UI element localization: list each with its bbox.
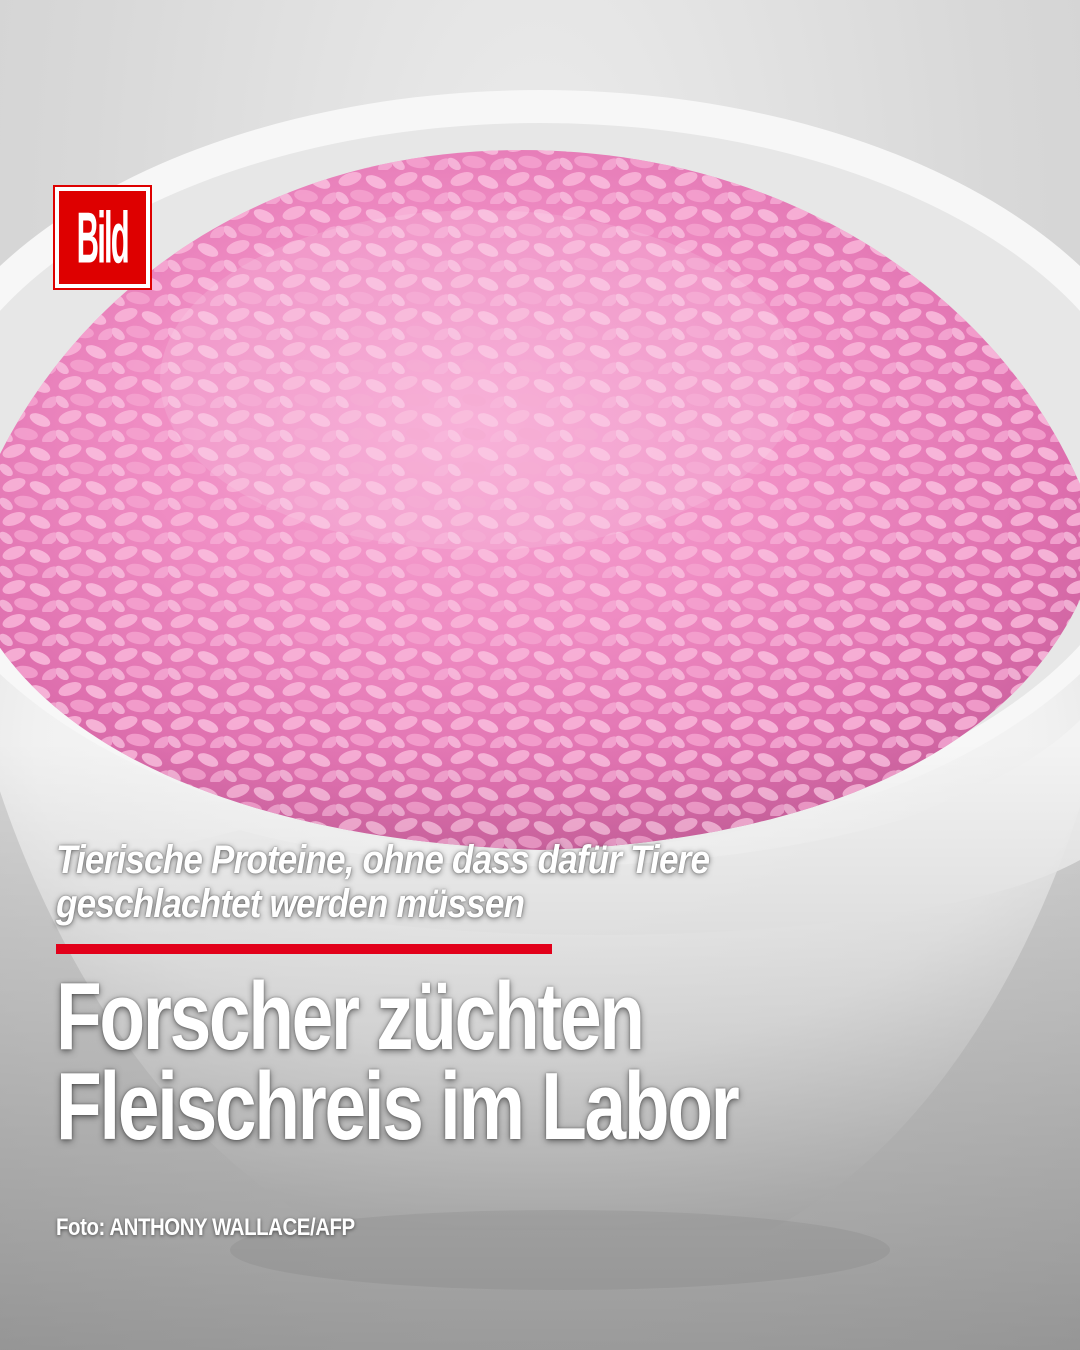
headline-block: Tierische Proteine, ohne dass dafür Tier… [56, 838, 1036, 1155]
kicker-line-2: geschlachtet werden müssen [56, 882, 525, 926]
kicker: Tierische Proteine, ohne dass dafür Tier… [56, 838, 1024, 926]
red-divider [56, 944, 552, 954]
social-post-card: Bild Tierische Proteine, ohne dass dafür… [0, 0, 1080, 1350]
bild-logo: Bild [53, 185, 152, 290]
headline-line-2: Fleischreis im Labor [56, 1053, 740, 1160]
bild-logo-text: Bild [76, 196, 130, 279]
photo-credit: Foto: ANTHONY WALLACE/AFP [56, 1214, 355, 1241]
headline: Forscher züchten Fleischreis im Labor [56, 969, 976, 1155]
kicker-line-1: Tierische Proteine, ohne dass dafür Tier… [56, 838, 710, 882]
